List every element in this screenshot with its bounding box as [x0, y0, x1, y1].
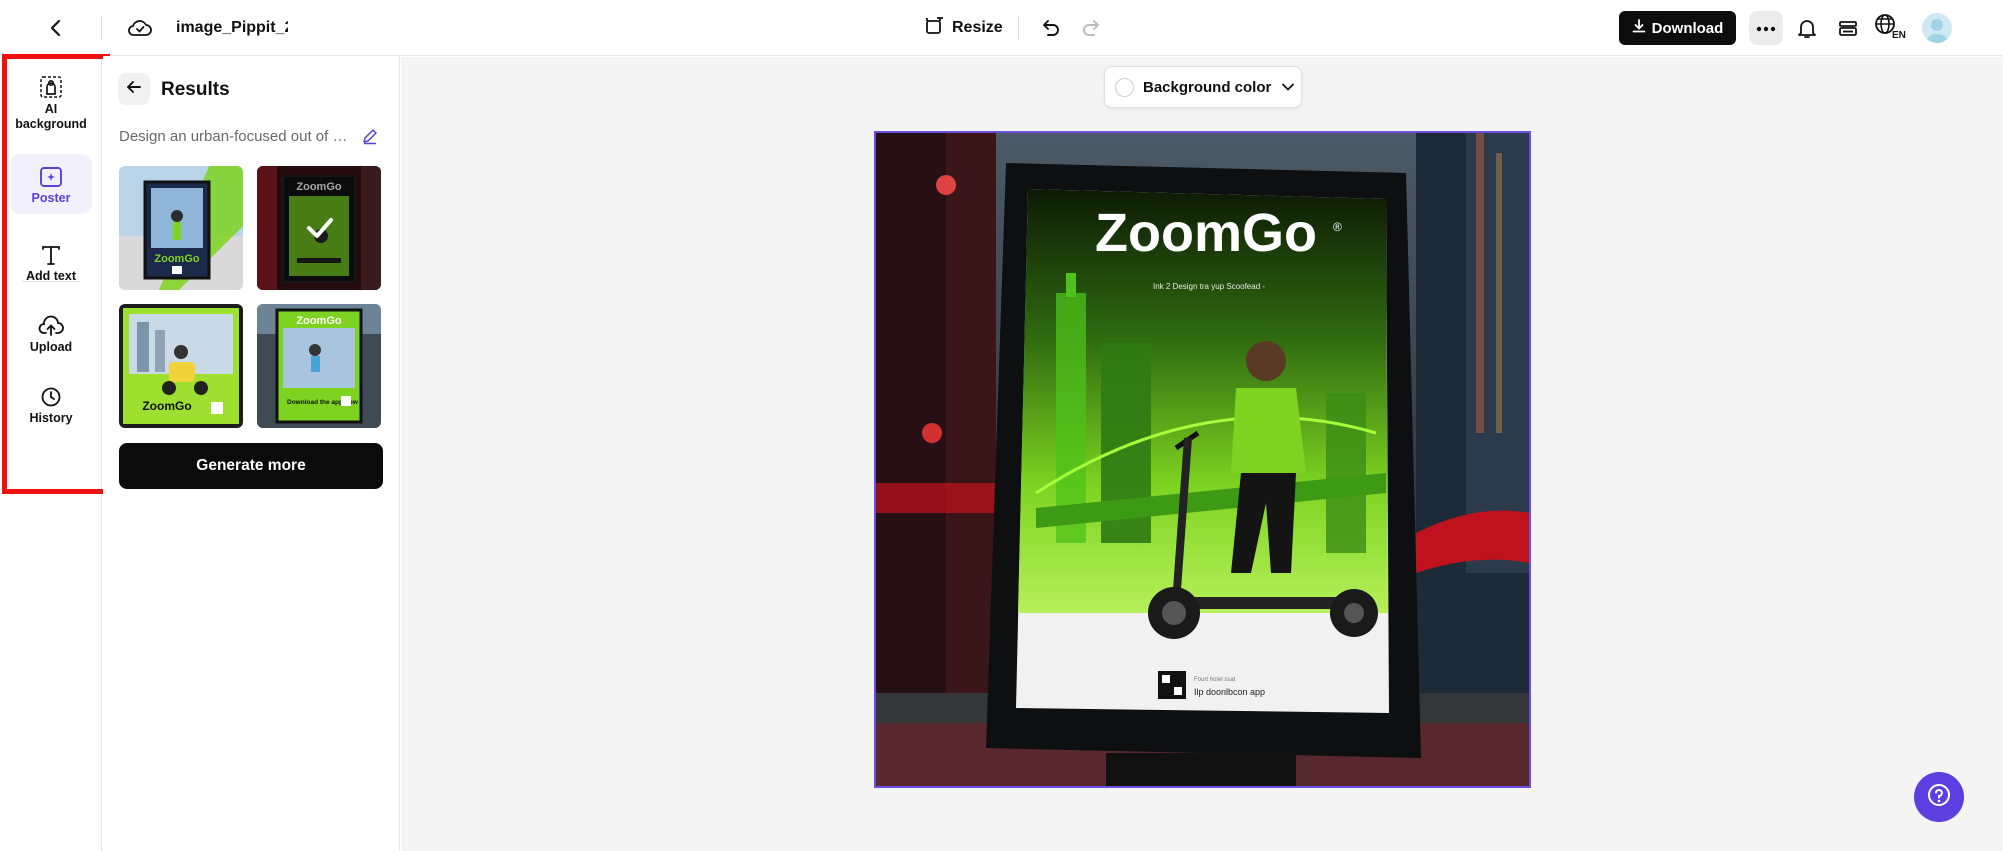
undo-button[interactable] — [1032, 0, 1068, 56]
cloud-icon — [122, 10, 158, 46]
results-panel: Results Design an urban-focused out of h… — [103, 56, 400, 851]
document-title[interactable]: image_Pippit_20 — [176, 19, 288, 37]
help-button[interactable] — [1914, 772, 1964, 822]
rail-label-upload: Upload — [29, 340, 73, 354]
result-thumbnail[interactable]: ZoomGo — [119, 166, 243, 290]
divider — [101, 16, 102, 40]
rail-item-upload[interactable]: Upload — [10, 309, 92, 359]
download-icon — [1632, 19, 1646, 37]
result-thumbnail-selected[interactable]: ZoomGo — [257, 166, 381, 290]
edit-prompt-button[interactable] — [361, 127, 379, 150]
avatar[interactable] — [1922, 13, 1952, 43]
stack-icon — [1830, 10, 1866, 46]
rail-label-history: History — [29, 411, 73, 425]
color-swatch — [1115, 77, 1134, 97]
thumbnail-image: ZoomGo — [257, 166, 381, 290]
background-color-label: Background color — [1143, 78, 1272, 96]
notifications-button[interactable] — [1789, 0, 1825, 56]
resize-button[interactable]: Resize — [924, 0, 1003, 56]
rail-item-history[interactable]: History — [10, 380, 92, 430]
divider — [1018, 16, 1019, 40]
download-button[interactable]: Download — [1619, 11, 1736, 45]
thumbnail-brand: ZoomGo — [154, 253, 199, 265]
poster-icon — [39, 160, 63, 188]
back-button[interactable] — [38, 0, 74, 56]
result-thumbnail[interactable]: ZoomGo Download the app now — [257, 304, 381, 428]
rail-label-poster: Poster — [31, 191, 71, 205]
arrow-left-icon — [125, 78, 143, 101]
more-options-button[interactable] — [1749, 11, 1783, 45]
download-label: Download — [1651, 19, 1724, 37]
generate-more-button[interactable]: Generate more — [119, 443, 383, 489]
poster-image: ZoomGo ® Ink 2 Design tra yup Scoofead -… — [876, 133, 1529, 786]
language-code: EN — [1892, 30, 1906, 41]
bell-icon — [1789, 10, 1825, 46]
layers-button[interactable] — [1830, 0, 1866, 56]
undo-icon — [1032, 10, 1068, 46]
history-icon — [40, 380, 62, 408]
prompt-text: Design an urban-focused out of home post… — [119, 128, 349, 145]
language-button[interactable]: EN — [1874, 0, 1906, 56]
poster-footer-app: Ilp doonlbcon app — [1194, 687, 1265, 697]
poster-tagline: Ink 2 Design tra yup Scoofead - — [1153, 282, 1265, 291]
text-icon — [40, 238, 62, 266]
panel-title: Results — [161, 79, 230, 100]
panel-back-button[interactable] — [118, 73, 150, 105]
canvas-area: Background color ZoomGo ® Ink 2 Design t… — [401, 57, 2003, 851]
rail-item-add-text[interactable]: Add text — [10, 238, 92, 288]
chevron-down-icon — [1281, 79, 1295, 96]
thumbnail-image: ZoomGo Download the app now — [257, 304, 381, 428]
poster-brand: ZoomGo — [1095, 203, 1317, 263]
background-color-dropdown[interactable]: Background color — [1104, 66, 1302, 108]
question-icon — [1927, 783, 1951, 812]
thumbnail-brand: ZoomGo — [142, 399, 191, 413]
chevron-left-icon — [38, 10, 74, 46]
poster-artboard[interactable]: ZoomGo ® Ink 2 Design tra yup Scoofead -… — [874, 131, 1531, 788]
upload-icon — [38, 309, 64, 337]
tool-rail: AI background Poster Add text Upload His… — [0, 56, 102, 851]
redo-icon — [1074, 10, 1110, 46]
rail-item-ai-background[interactable]: AI background — [10, 72, 92, 132]
thumbnail-brand: ZoomGo — [296, 315, 341, 327]
pencil-icon — [361, 129, 379, 149]
cloud-sync-button[interactable] — [122, 0, 158, 56]
redo-button[interactable] — [1074, 0, 1110, 56]
poster-footer-small: Fourt hotel ssat — [1194, 677, 1236, 683]
rail-label-add-text: Add text — [26, 269, 76, 283]
rail-label-ai-background: AI background — [15, 102, 87, 131]
more-horizontal-icon — [1756, 19, 1776, 37]
thumbnail-image: ZoomGo — [119, 166, 243, 290]
thumbnail-image: ZoomGo — [119, 304, 243, 428]
resize-label: Resize — [952, 19, 1003, 36]
poster-registered-mark: ® — [1333, 220, 1342, 234]
resize-icon — [924, 16, 944, 41]
rail-item-poster[interactable]: Poster — [10, 154, 92, 214]
ai-background-icon — [39, 72, 63, 99]
top-bar: image_Pippit_20 Resize Download — [0, 0, 2003, 56]
result-thumbnail[interactable]: ZoomGo — [119, 304, 243, 428]
